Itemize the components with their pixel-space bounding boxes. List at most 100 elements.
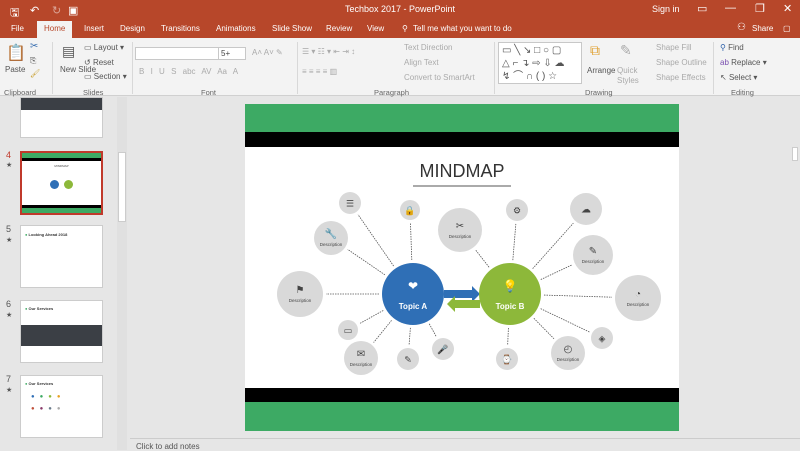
shadow-button[interactable]: S [171,67,176,76]
new-slide-icon[interactable]: ▤ [62,43,75,60]
description-node[interactable]: ☰ [339,192,361,214]
minimize-button[interactable]: — [725,2,736,14]
ribbon-display-icon[interactable]: ▭ [697,2,707,15]
description-node[interactable]: ☁ [570,193,602,225]
description-node[interactable]: ▭ [338,320,358,340]
share-button[interactable]: Share [752,24,773,33]
comments-icon[interactable]: ▢ [783,24,791,33]
restore-button[interactable]: ❐ [755,2,765,15]
convert-smartart-button[interactable]: Convert to SmartArt [404,73,475,82]
select-button[interactable]: ↖ Select ▾ [720,73,757,82]
italic-button[interactable]: I [151,67,153,76]
align-buttons[interactable]: ≡ ≡ ≡ ≡ ▥ [302,67,337,76]
reset-button[interactable]: ↺ Reset [84,58,114,67]
format-painter-icon[interactable]: 🖌 [30,69,40,78]
quick-styles-button[interactable]: Quick Styles [617,66,643,86]
tab-transitions[interactable]: Transitions [161,24,200,33]
slide-scrollbar[interactable] [790,97,800,437]
divider [52,42,53,94]
tab-review[interactable]: Review [326,24,352,33]
shape-outline-button[interactable]: Shape Outline [656,58,707,67]
description-node[interactable]: ⌚ [496,348,518,370]
tab-slide-show[interactable]: Slide Show [272,24,312,33]
notes-pane[interactable]: Click to add notes [130,438,800,451]
description-node[interactable]: 🎤 [432,338,454,360]
paste-button[interactable]: Paste [5,65,25,74]
group-label-editing: Editing [731,88,754,97]
divider [713,42,714,94]
topic-b-node[interactable]: 💡 Topic B [479,263,541,325]
thumb-title: Our Services [28,381,54,386]
description-node[interactable]: ⚙ [506,199,528,221]
description-node[interactable]: ✎ Description [573,235,613,275]
connector-line [512,223,517,261]
sign-in-link[interactable]: Sign in [652,4,680,14]
slide-number-6: 6 [6,299,12,309]
slide-canvas[interactable]: MINDMAP ☰ 🔒 ✂ Description ⚙ ☁ 🔧 Description ✎ Des… [245,104,679,431]
bottom-black-band [245,388,679,402]
node-label: Description [289,298,312,303]
cut-icon[interactable]: ✂ [30,41,38,52]
window-title: Techbox 2017 - PowerPoint [344,4,456,14]
strikethrough-button[interactable]: abc [183,67,196,76]
char-spacing-button[interactable]: AV [201,67,211,76]
arrange-button[interactable]: Arrange [587,66,615,75]
tell-me-icon[interactable]: ⚲ [402,24,408,33]
align-text-button[interactable]: Align Text [404,58,439,67]
topic-a-node[interactable]: ❤ Topic A [382,263,444,325]
thumb-title: Looking Ahead 2018 [28,232,68,237]
group-label-drawing: Drawing [585,88,613,97]
share-icon[interactable]: ⚇ [737,22,746,33]
description-node[interactable]: 🔧 Description [314,221,348,255]
list-buttons[interactable]: ☰ ▾ ☷ ▾ ⇤ ⇥ ↕ [302,47,355,56]
edit-icon: ✎ [404,355,412,365]
replace-button[interactable]: ab Replace ▾ [720,58,767,67]
font-size-input[interactable]: 5+ [218,47,246,60]
change-case-button[interactable]: Aa [217,67,227,76]
description-node[interactable]: ◔ Description [615,275,661,321]
thumbnail-scrollbar[interactable] [117,97,127,450]
font-color-button[interactable]: A [233,67,238,76]
find-icon: ⚲ [720,43,726,52]
paste-icon[interactable]: 📋 [6,43,26,63]
description-node[interactable]: ✎ [397,348,419,370]
description-node[interactable]: 🔒 [400,200,420,220]
tab-home[interactable]: Home [37,21,73,38]
tell-me-search[interactable]: Tell me what you want to do [413,24,512,33]
scrollbar-thumb[interactable] [118,152,126,222]
quick-styles-icon[interactable]: ✎ [620,42,632,59]
description-node[interactable]: ⚑ Description [277,271,323,317]
tab-view[interactable]: View [367,24,384,33]
replace-label: Replace [731,58,761,67]
node-label: Description [582,259,605,264]
text-direction-button[interactable]: Text Direction [404,43,452,52]
bold-button[interactable]: B [139,67,144,76]
slide-thumbnail-6[interactable]: ● Our Services [20,300,103,363]
close-button[interactable]: ✕ [783,2,792,15]
tab-insert[interactable]: Insert [84,24,104,33]
scrollbar-thumb[interactable] [792,147,798,161]
grow-font-icon[interactable]: A˄ A˅ ✎ [252,48,283,57]
section-button[interactable]: ▭ Section ▾ [84,72,127,81]
transition-star-icon: ★ [6,312,13,319]
description-node[interactable]: ✂ Description [438,208,482,252]
layout-button[interactable]: ▭ Layout ▾ [84,43,124,52]
tab-animations[interactable]: Animations [216,24,256,33]
slide-thumbnail-5[interactable]: ● Looking Ahead 2018 [20,225,103,288]
copy-icon[interactable]: ⎘ [30,56,36,66]
slide-thumbnail-3[interactable] [20,97,103,138]
tab-design[interactable]: Design [120,24,145,33]
description-node[interactable]: ◴ Description [551,336,585,370]
slide-thumbnail-4[interactable]: MINDMAP [20,151,103,215]
underline-button[interactable]: U [159,67,165,76]
shape-effects-button[interactable]: Shape Effects [656,73,706,82]
description-node[interactable]: ✉ Description [344,341,378,375]
find-button[interactable]: ⚲ Find [720,43,744,52]
shapes-gallery[interactable]: ▭ ╲ ↘ □ ○ ▢ △ ⌐ ↴ ⇨ ⇩ ☁ ↯ ⌒ ∩ ( ) ☆ [498,42,582,84]
description-node[interactable]: ◈ [591,327,613,349]
arrange-icon[interactable]: ⧉ [590,42,600,59]
shape-fill-button[interactable]: Shape Fill [656,43,692,52]
divider [132,42,133,94]
tab-file[interactable]: File [11,24,24,33]
slide-thumbnail-7[interactable]: ● Our Services ●●●● ●●●● [20,375,103,438]
